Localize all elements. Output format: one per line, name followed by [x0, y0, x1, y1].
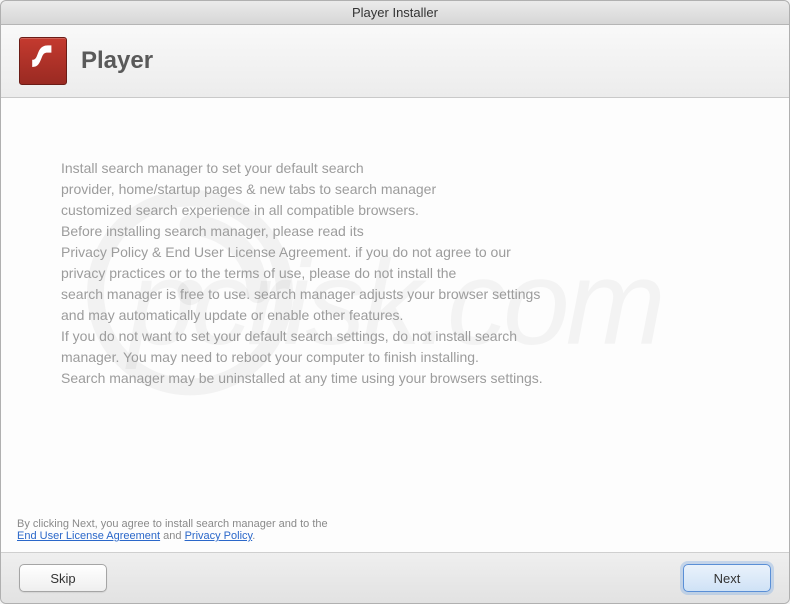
agreement-suffix: .	[252, 530, 255, 542]
body-line: customized search experience in all comp…	[61, 200, 729, 221]
body-line: search manager is free to use. search ma…	[61, 284, 729, 305]
header: Player	[1, 25, 789, 98]
footer: Skip Next	[1, 553, 789, 603]
flash-glyph	[28, 43, 58, 79]
body-line: manager. You may need to reboot your com…	[61, 347, 729, 368]
body-line: Search manager may be uninstalled at any…	[61, 368, 729, 389]
agreement-prefix: By clicking Next, you agree to install s…	[17, 518, 328, 530]
body-line: Privacy Policy & End User License Agreem…	[61, 242, 729, 263]
body-line: Install search manager to set your defau…	[61, 158, 729, 179]
privacy-link[interactable]: Privacy Policy	[185, 530, 253, 542]
flash-player-icon	[19, 37, 67, 85]
agreement-and: and	[160, 530, 184, 542]
body-line: privacy practices or to the terms of use…	[61, 263, 729, 284]
next-button[interactable]: Next	[683, 564, 771, 592]
body-line: provider, home/startup pages & new tabs …	[61, 179, 729, 200]
content-area: pcrisk.com Install search manager to set…	[1, 98, 789, 508]
body-line: and may automatically update or enable o…	[61, 305, 729, 326]
body-line: If you do not want to set your default s…	[61, 326, 729, 347]
body-line: Before installing search manager, please…	[61, 221, 729, 242]
eula-link[interactable]: End User License Agreement	[17, 530, 160, 542]
skip-button[interactable]: Skip	[19, 564, 107, 592]
window-title: Player Installer	[352, 5, 438, 20]
titlebar: Player Installer	[1, 1, 789, 25]
agreement-bar: By clicking Next, you agree to install s…	[1, 508, 789, 553]
body-text: Install search manager to set your defau…	[61, 158, 729, 389]
header-title: Player	[81, 47, 153, 75]
installer-window: Player Installer Player pcrisk.com Insta…	[0, 0, 790, 604]
